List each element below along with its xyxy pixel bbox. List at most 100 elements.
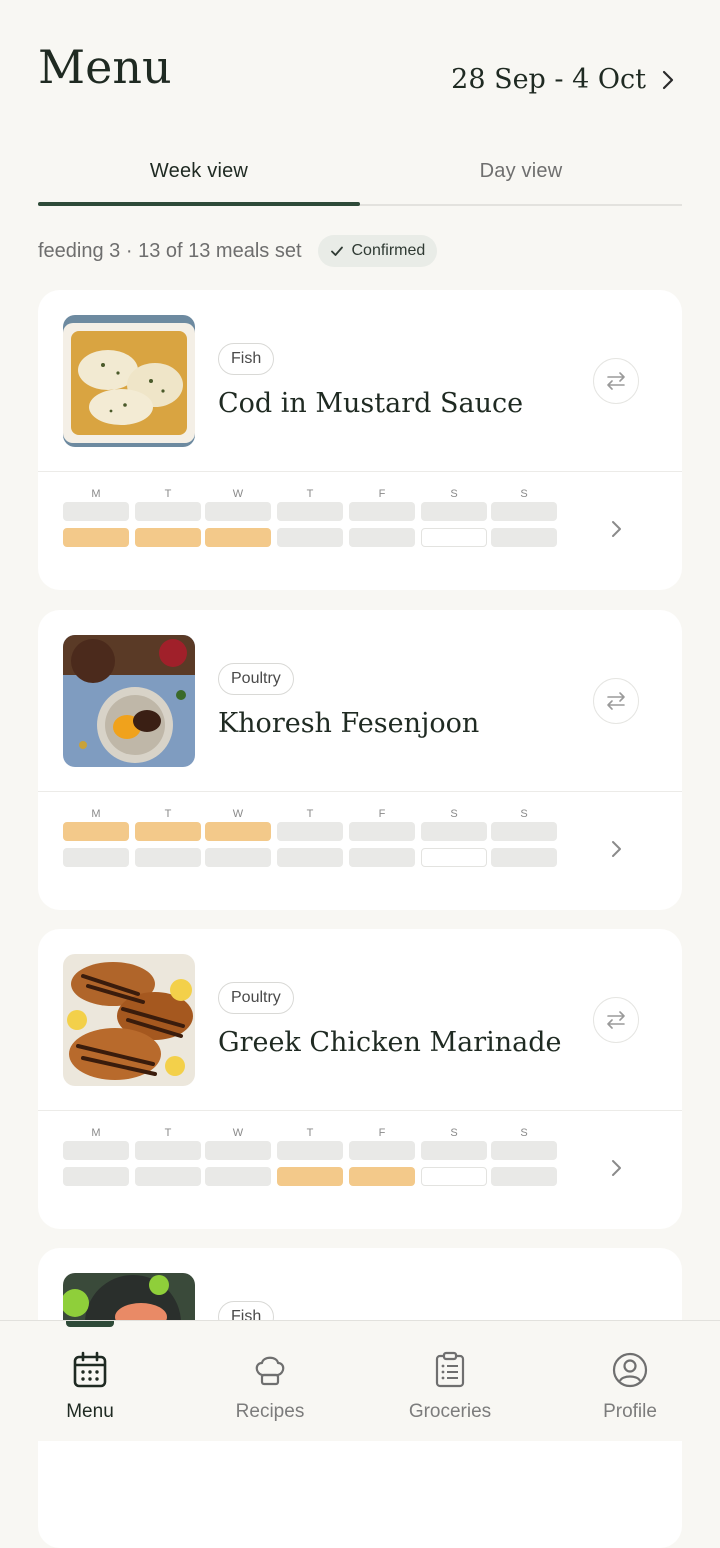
day-label: M bbox=[91, 488, 101, 500]
swap-arrows-icon bbox=[607, 372, 625, 390]
meal-slot[interactable] bbox=[205, 1167, 271, 1186]
meal-slot[interactable] bbox=[135, 528, 201, 547]
meal-slot[interactable] bbox=[277, 528, 343, 547]
day-label: M bbox=[91, 1127, 101, 1139]
meal-slot[interactable] bbox=[277, 1141, 343, 1160]
meal-slot[interactable] bbox=[491, 848, 557, 867]
meal-card[interactable]: Poultry Khoresh Fesenjoon M T W T F S S bbox=[38, 610, 682, 910]
tab-day-view[interactable]: Day view bbox=[360, 140, 682, 202]
cod-dish-image bbox=[63, 315, 195, 447]
date-range-selector[interactable]: 28 Sep - 4 Oct bbox=[451, 64, 676, 95]
day-label: M bbox=[91, 808, 101, 820]
nav-menu[interactable]: Menu bbox=[0, 1321, 180, 1441]
swap-arrows-icon bbox=[607, 692, 625, 710]
nav-groceries[interactable]: Groceries bbox=[360, 1321, 540, 1441]
meal-slot[interactable] bbox=[205, 528, 271, 547]
bottom-navigation: Menu Recipes Groceries Profile bbox=[0, 1320, 720, 1441]
meal-slot[interactable] bbox=[421, 822, 487, 841]
meal-slot[interactable] bbox=[277, 502, 343, 521]
meal-slot[interactable] bbox=[349, 848, 415, 867]
user-circle-icon bbox=[612, 1352, 648, 1388]
meal-slot[interactable] bbox=[63, 848, 129, 867]
chef-hat-icon bbox=[255, 1356, 285, 1386]
tab-week-view[interactable]: Week view bbox=[38, 140, 360, 202]
meal-slot[interactable] bbox=[491, 528, 557, 547]
grilled-chicken-image bbox=[63, 954, 195, 1086]
meal-slot[interactable] bbox=[491, 822, 557, 841]
view-tabs: Week view Day view bbox=[38, 140, 682, 206]
swap-arrows-icon bbox=[607, 1011, 625, 1029]
chevron-right-icon[interactable] bbox=[608, 518, 624, 540]
week-schedule: MTWTFSS bbox=[63, 808, 563, 878]
meal-slot[interactable] bbox=[277, 848, 343, 867]
clipboard-list-icon bbox=[435, 1351, 465, 1388]
meal-card-header: Poultry Greek Chicken Marinade bbox=[38, 929, 682, 1111]
meal-slot[interactable] bbox=[63, 1141, 129, 1160]
recipe-name[interactable]: Cod in Mustard Sauce bbox=[218, 388, 523, 419]
day-label: T bbox=[306, 1127, 314, 1139]
meal-slot[interactable] bbox=[277, 822, 343, 841]
week-schedule: MTWTFSS bbox=[63, 1127, 563, 1197]
chevron-right-icon[interactable] bbox=[608, 1157, 624, 1179]
meal-slot[interactable] bbox=[205, 502, 271, 521]
nav-label: Profile bbox=[603, 1401, 657, 1422]
date-range-label: 28 Sep - 4 Oct bbox=[451, 64, 646, 95]
meal-slot[interactable] bbox=[135, 502, 201, 521]
meal-slot[interactable] bbox=[421, 848, 487, 867]
meal-slot[interactable] bbox=[205, 1141, 271, 1160]
meal-slot[interactable] bbox=[63, 822, 129, 841]
meal-slot[interactable] bbox=[349, 528, 415, 547]
swap-recipe-button[interactable] bbox=[593, 997, 639, 1043]
meal-slot[interactable] bbox=[491, 502, 557, 521]
week-schedule: MTWTFSS bbox=[63, 488, 563, 558]
day-label: W bbox=[232, 488, 244, 500]
day-label: F bbox=[378, 808, 386, 820]
status-badge-label: Confirmed bbox=[351, 242, 426, 259]
nav-profile[interactable]: Profile bbox=[540, 1321, 720, 1441]
category-tag: Poultry bbox=[218, 663, 294, 695]
day-label: T bbox=[306, 488, 314, 500]
day-label: F bbox=[378, 1127, 386, 1139]
meal-slot[interactable] bbox=[491, 1141, 557, 1160]
day-label: S bbox=[450, 808, 458, 820]
meal-summary: feeding 3 · 13 of 13 meals set Confirmed bbox=[38, 234, 438, 268]
meal-slot[interactable] bbox=[135, 1167, 201, 1186]
category-tag: Fish bbox=[218, 343, 275, 375]
meal-card[interactable]: Fish Cod in Mustard Sauce M T W T F S S bbox=[38, 290, 682, 590]
meal-slot[interactable] bbox=[135, 848, 201, 867]
meal-slot[interactable] bbox=[135, 822, 201, 841]
swap-recipe-button[interactable] bbox=[593, 678, 639, 724]
nav-recipes[interactable]: Recipes bbox=[180, 1321, 360, 1441]
chevron-right-icon[interactable] bbox=[608, 838, 624, 860]
meal-slot[interactable] bbox=[63, 502, 129, 521]
meal-slot[interactable] bbox=[491, 1167, 557, 1186]
calendar-icon bbox=[73, 1351, 107, 1388]
meal-slot[interactable] bbox=[205, 848, 271, 867]
meal-slot[interactable] bbox=[421, 528, 487, 547]
meal-slot[interactable] bbox=[205, 822, 271, 841]
day-label: S bbox=[520, 488, 528, 500]
meal-slot[interactable] bbox=[63, 1167, 129, 1186]
summary-text: feeding 3 · 13 of 13 meals set bbox=[38, 239, 302, 262]
meal-slot[interactable] bbox=[135, 1141, 201, 1160]
meal-slot[interactable] bbox=[349, 502, 415, 521]
meal-card[interactable]: Poultry Greek Chicken Marinade M T W T F S S bbox=[38, 929, 682, 1229]
check-icon bbox=[330, 246, 343, 256]
recipe-name[interactable]: Khoresh Fesenjoon bbox=[218, 708, 479, 739]
meal-slot[interactable] bbox=[277, 1167, 343, 1186]
meal-slot[interactable] bbox=[349, 1141, 415, 1160]
page-title: Menu bbox=[38, 40, 172, 94]
meal-slot[interactable] bbox=[421, 502, 487, 521]
meal-slot[interactable] bbox=[421, 1167, 487, 1186]
recipe-name[interactable]: Greek Chicken Marinade bbox=[218, 1027, 562, 1058]
meal-slot[interactable] bbox=[63, 528, 129, 547]
day-label: T bbox=[164, 488, 172, 500]
meal-slot[interactable] bbox=[349, 1167, 415, 1186]
meal-slot[interactable] bbox=[421, 1141, 487, 1160]
meal-slot[interactable] bbox=[349, 822, 415, 841]
day-label: T bbox=[164, 808, 172, 820]
swap-recipe-button[interactable] bbox=[593, 358, 639, 404]
day-label: T bbox=[164, 1127, 172, 1139]
active-tab-indicator bbox=[38, 202, 360, 206]
nav-label: Menu bbox=[66, 1401, 114, 1422]
